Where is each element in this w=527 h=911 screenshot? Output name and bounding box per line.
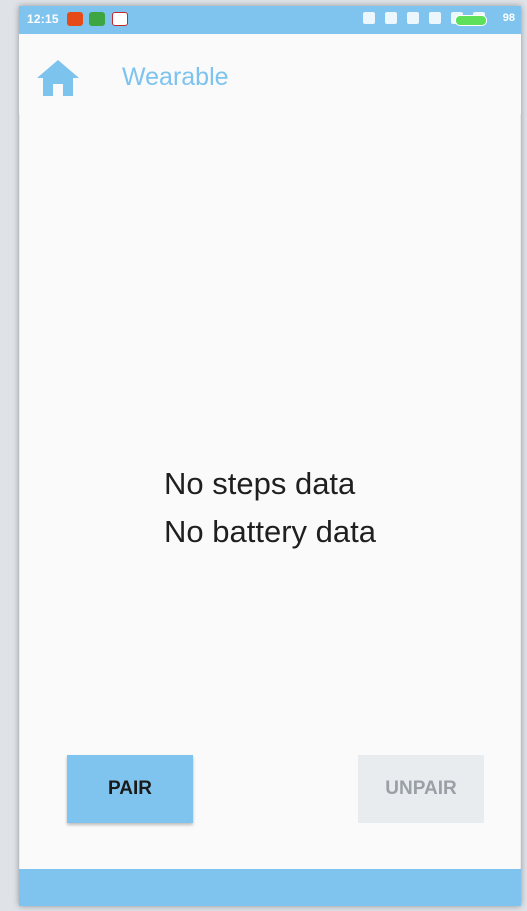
battery-icon xyxy=(455,15,487,26)
unpair-button[interactable]: UNPAIR xyxy=(358,755,484,823)
video-app-icon xyxy=(67,12,83,26)
status-time: 12:15 xyxy=(27,12,59,26)
battery-status: No battery data xyxy=(164,514,376,549)
main-content: No steps data No battery data xyxy=(19,114,521,754)
wearable-info: No steps data No battery data xyxy=(164,460,376,556)
whatsapp-icon xyxy=(89,12,105,26)
screen-frame: 12:15 98 Wearable No steps data No batte… xyxy=(0,0,527,911)
phone-screen: 12:15 98 Wearable No steps data No batte… xyxy=(19,6,521,906)
pair-button[interactable]: PAIR xyxy=(67,755,193,823)
steps-status: No steps data xyxy=(164,466,356,501)
battery-percent: 98 xyxy=(502,12,515,24)
page-title: Wearable xyxy=(122,63,229,91)
navigation-bar xyxy=(19,869,521,906)
wifi-icon xyxy=(407,12,419,24)
bluetooth-icon xyxy=(363,12,375,24)
app-bar: Wearable xyxy=(19,34,521,114)
signal-icon xyxy=(429,12,441,24)
home-icon[interactable] xyxy=(35,58,81,98)
gmail-icon xyxy=(112,12,128,26)
status-bar: 12:15 98 xyxy=(19,6,521,34)
alarm-icon xyxy=(385,12,397,24)
